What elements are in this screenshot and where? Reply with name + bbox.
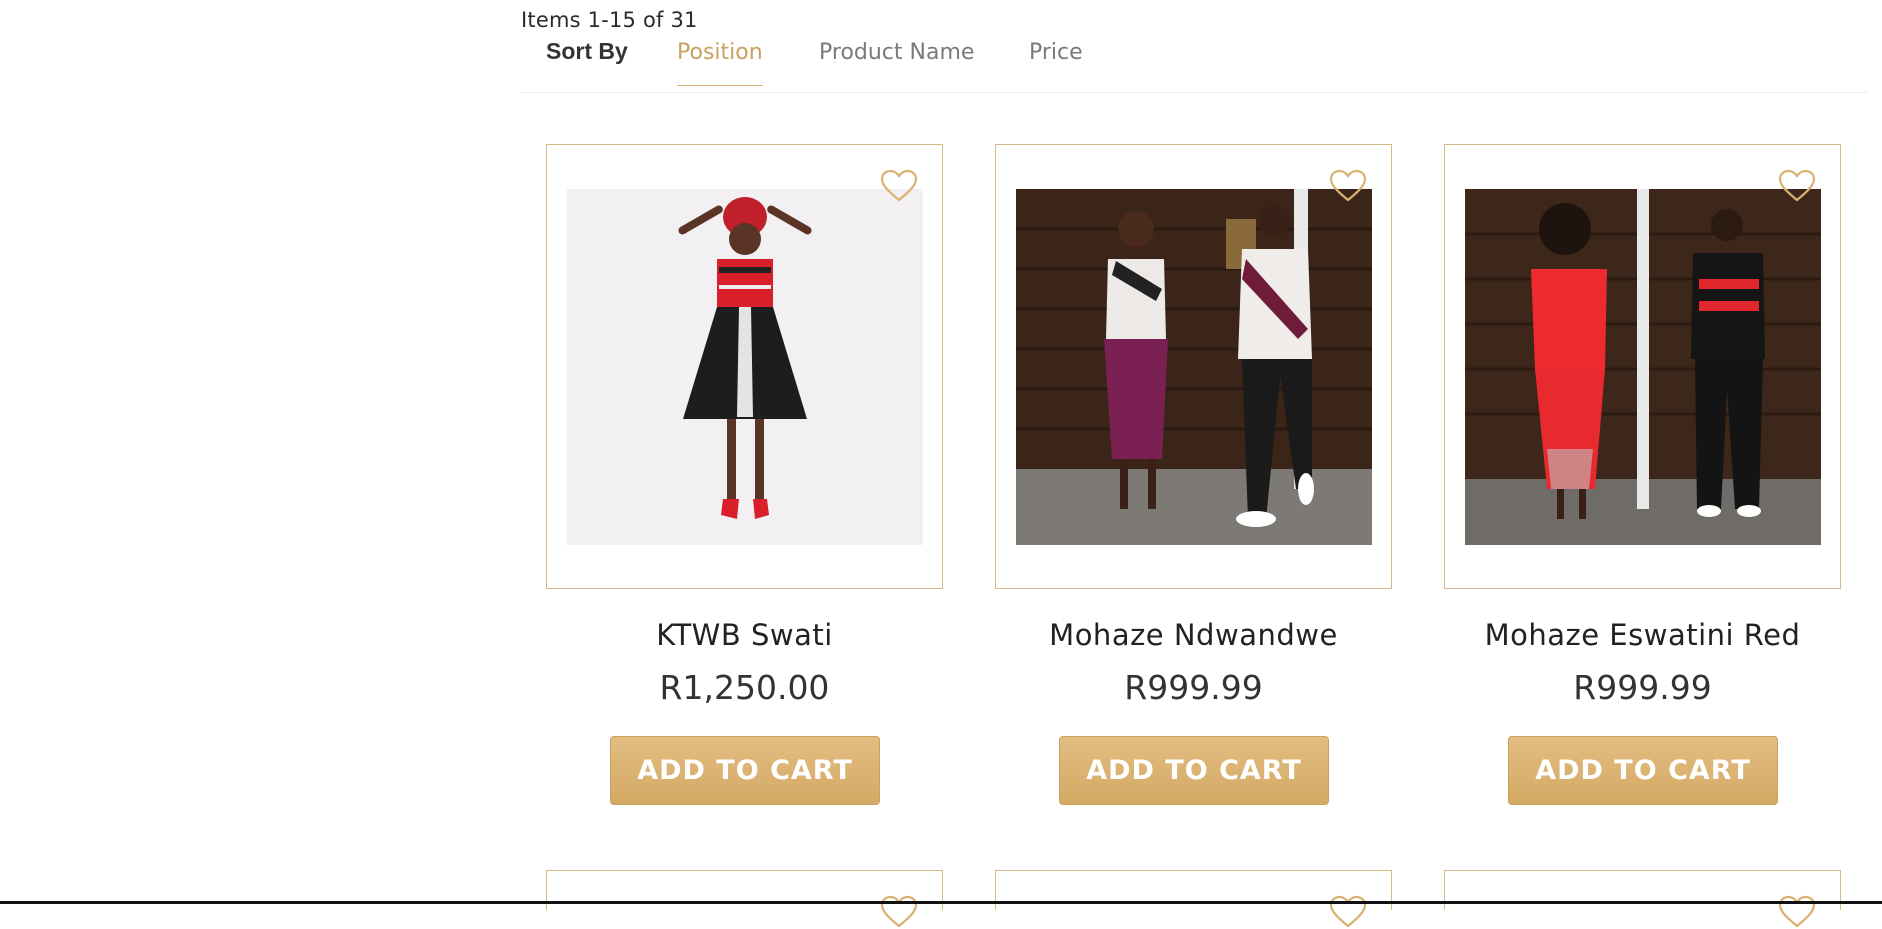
product-image[interactable] [1465,189,1821,545]
add-to-cart-button[interactable]: ADD TO CART [610,736,880,805]
heart-icon[interactable] [1329,169,1367,203]
product-price: R1,250.00 [659,668,830,707]
product-card[interactable] [546,144,943,589]
product-image[interactable] [1016,189,1372,545]
product-name[interactable]: Mohaze Ndwandwe [995,618,1392,652]
product-card[interactable] [995,870,1392,928]
product-price: R999.99 [1573,668,1712,707]
sort-option-price[interactable]: Price [1029,40,1083,85]
product-name[interactable]: KTWB Swati [546,618,943,652]
sort-by-label: Sort By [546,38,628,64]
heart-icon[interactable] [1778,169,1816,203]
product-card[interactable] [1444,870,1841,928]
product-card[interactable] [995,144,1392,589]
add-to-cart-button[interactable]: ADD TO CART [1508,736,1778,805]
item-count: Items 1-15 of 31 [521,8,698,32]
product-image[interactable] [567,189,923,545]
product-card[interactable] [546,870,943,928]
product-card[interactable] [1444,144,1841,589]
product-price: R999.99 [1124,668,1263,707]
sort-toolbar: Sort By Position Product Name Price [521,36,1868,93]
sort-option-position[interactable]: Position [677,40,763,86]
sort-option-product-name[interactable]: Product Name [819,40,974,85]
product-name[interactable]: Mohaze Eswatini Red [1444,618,1841,652]
heart-icon[interactable] [880,169,918,203]
add-to-cart-button[interactable]: ADD TO CART [1059,736,1329,805]
